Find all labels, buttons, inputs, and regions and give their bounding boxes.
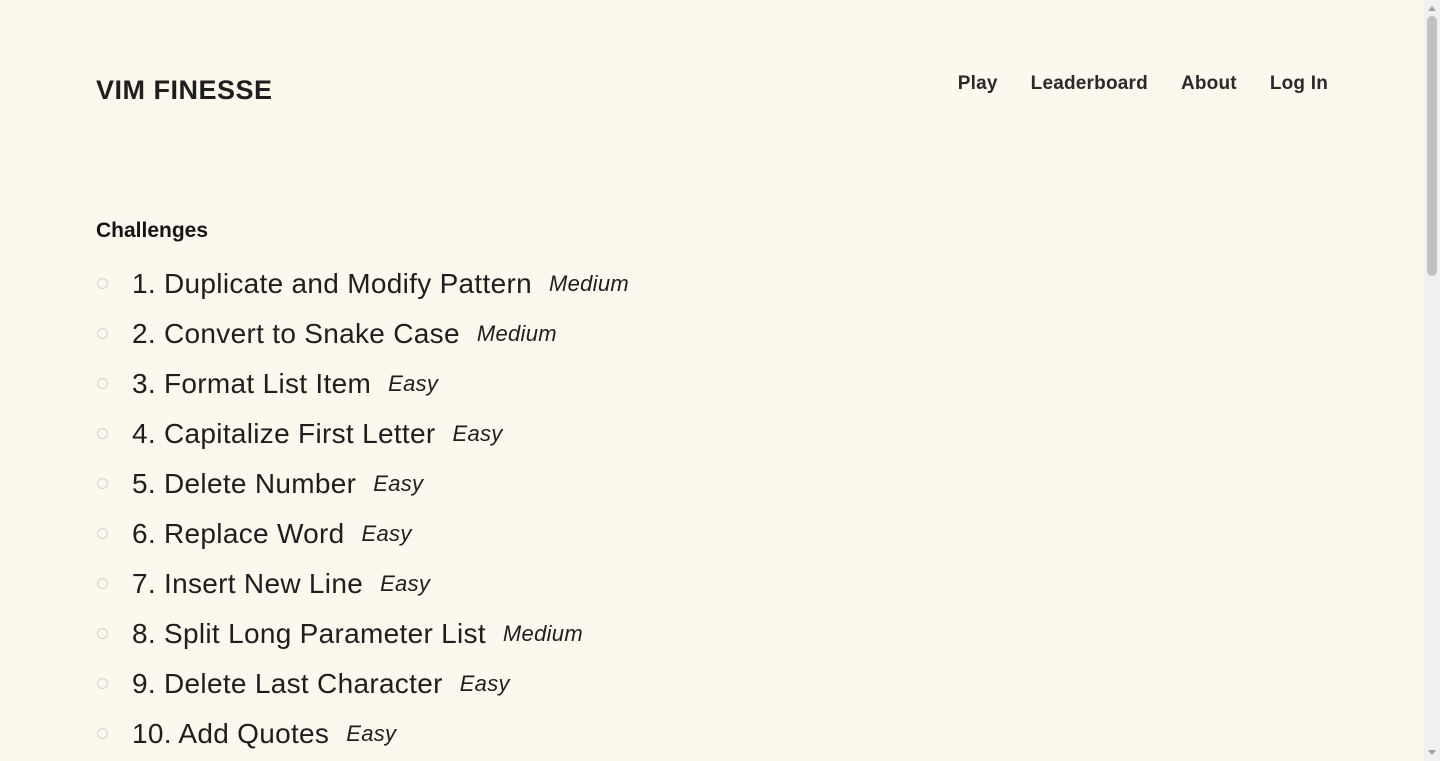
challenges-heading: Challenges xyxy=(96,219,209,242)
nav-play-link[interactable]: Play xyxy=(958,72,998,96)
circle-bullet-icon xyxy=(97,628,108,639)
challenge-link[interactable]: 9. Delete Last Character xyxy=(132,668,443,700)
difficulty-label: Easy xyxy=(380,571,431,596)
difficulty-label: Medium xyxy=(502,621,583,646)
circle-bullet-icon xyxy=(97,378,108,389)
circle-bullet-icon xyxy=(97,528,108,539)
scroll-up-arrow-icon[interactable] xyxy=(1428,6,1436,11)
challenge-link[interactable]: 5. Delete Number xyxy=(132,468,356,500)
circle-bullet-icon xyxy=(97,678,108,689)
vertical-scrollbar[interactable] xyxy=(1424,0,1440,761)
main-nav: Play Leaderboard About Log In xyxy=(958,72,1328,96)
site-header: VIM FINESSE Play Leaderboard About Log I… xyxy=(96,72,1328,112)
circle-bullet-icon xyxy=(97,278,108,289)
circle-bullet-icon xyxy=(97,728,108,739)
site-logo[interactable]: VIM FINESSE xyxy=(96,75,273,106)
page: VIM FINESSE Play Leaderboard About Log I… xyxy=(0,0,1424,761)
challenge-item: 10. Add Quotes Easy xyxy=(96,709,629,759)
challenge-item: 8. Split Long Parameter List Medium xyxy=(96,609,629,659)
challenge-link[interactable]: 7. Insert New Line xyxy=(132,568,363,600)
circle-bullet-icon xyxy=(97,578,108,589)
difficulty-label: Easy xyxy=(361,521,412,546)
challenge-item: 2. Convert to Snake Case Medium xyxy=(96,309,629,359)
challenge-item: 1. Duplicate and Modify Pattern Medium xyxy=(96,259,629,309)
difficulty-label: Easy xyxy=(459,671,510,696)
challenge-link[interactable]: 10. Add Quotes xyxy=(132,718,329,750)
difficulty-label: Easy xyxy=(346,721,397,746)
nav-about-link[interactable]: About xyxy=(1181,72,1237,96)
difficulty-label: Medium xyxy=(548,271,630,296)
challenge-link[interactable]: 3. Format List Item xyxy=(132,368,371,400)
challenge-item: 9. Delete Last Character Easy xyxy=(96,659,629,709)
challenge-item: 4. Capitalize First Letter Easy xyxy=(96,409,629,459)
challenge-item: 6. Replace Word Easy xyxy=(96,509,629,559)
scroll-down-arrow-icon[interactable] xyxy=(1428,750,1436,755)
challenge-link[interactable]: 2. Convert to Snake Case xyxy=(132,318,460,350)
circle-bullet-icon xyxy=(97,428,108,439)
challenge-link[interactable]: 1. Duplicate and Modify Pattern xyxy=(132,268,532,300)
scrollbar-thumb[interactable] xyxy=(1427,16,1437,276)
difficulty-label: Easy xyxy=(388,371,439,396)
circle-bullet-icon xyxy=(97,328,108,339)
nav-login-link[interactable]: Log In xyxy=(1270,72,1328,96)
challenge-item: 3. Format List Item Easy xyxy=(96,359,629,409)
challenge-item: 5. Delete Number Easy xyxy=(96,459,629,509)
challenge-item: 7. Insert New Line Easy xyxy=(96,559,629,609)
circle-bullet-icon xyxy=(97,478,108,489)
challenge-link[interactable]: 4. Capitalize First Letter xyxy=(132,418,435,450)
difficulty-label: Easy xyxy=(373,471,424,496)
difficulty-label: Medium xyxy=(476,321,557,346)
challenge-link[interactable]: 6. Replace Word xyxy=(132,518,345,550)
challenge-list: 1. Duplicate and Modify Pattern Medium 2… xyxy=(96,259,629,759)
nav-leaderboard-link[interactable]: Leaderboard xyxy=(1031,72,1148,96)
challenge-link[interactable]: 8. Split Long Parameter List xyxy=(132,618,486,650)
difficulty-label: Easy xyxy=(452,421,503,446)
